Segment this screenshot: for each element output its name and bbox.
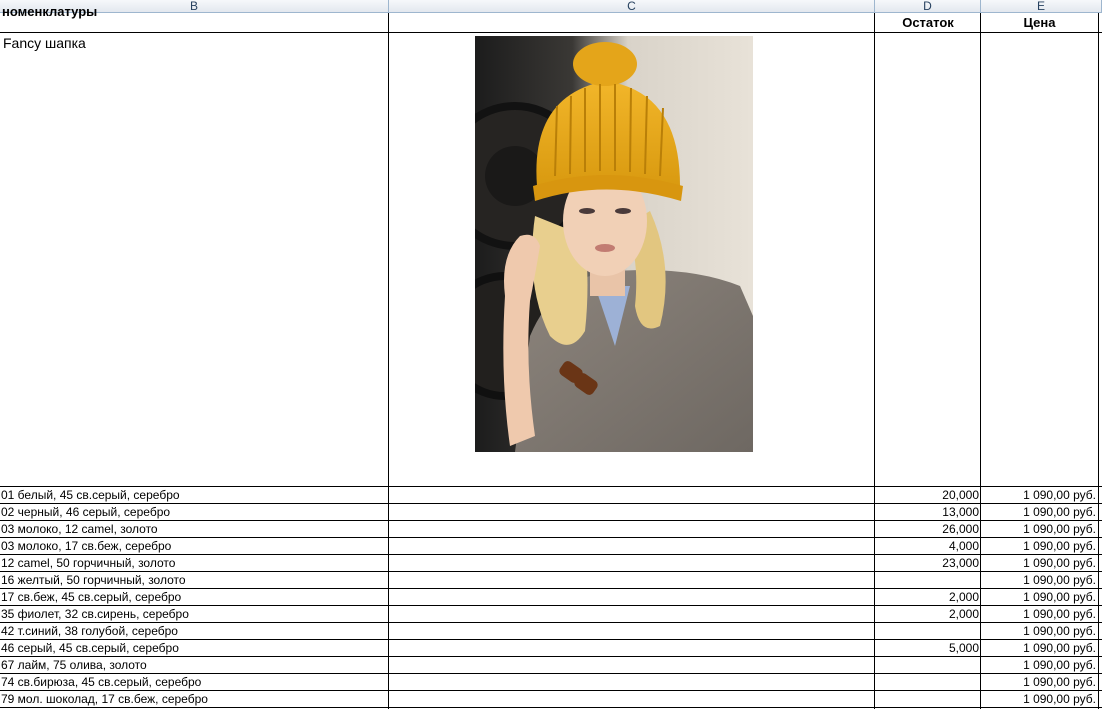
variant-price-cell[interactable]: 1 090,00 руб. [981,521,1096,537]
variant-price-cell[interactable]: 1 090,00 руб. [981,606,1096,622]
variant-price-cell[interactable]: 1 090,00 руб. [981,555,1096,571]
column-header-c[interactable]: C [389,0,875,13]
variant-name-cell[interactable]: 03 молоко, 12 camel, золото [1,521,387,537]
variant-stock-cell[interactable]: 26,000 [875,521,979,537]
variant-name-cell[interactable]: 46 серый, 45 св.серый, серебро [1,640,387,656]
variant-name-cell[interactable]: 42 т.синий, 38 голубой, серебро [1,623,387,639]
variant-name-cell[interactable]: 02 черный, 46 серый, серебро [1,504,387,520]
variant-price-cell[interactable]: 1 090,00 руб. [981,657,1096,673]
variant-price-cell[interactable]: 1 090,00 руб. [981,504,1096,520]
variant-name-cell[interactable]: 74 св.бирюза, 45 св.серый, серебро [1,674,387,690]
header-price-column[interactable]: Цена [981,15,1098,30]
variant-stock-cell[interactable]: 13,000 [875,504,979,520]
variant-name-cell[interactable]: 17 св.беж, 45 св.серый, серебро [1,589,387,605]
spreadsheet-sheet: B C D E номенклатуры Остаток Цена Fancy … [0,0,1102,709]
header-name-column[interactable]: номенклатуры [2,4,97,19]
variant-price-cell[interactable]: 1 090,00 руб. [981,674,1096,690]
column-header-d[interactable]: D [875,0,981,13]
variant-name-cell[interactable]: 03 молоко, 17 св.беж, серебро [1,538,387,554]
variant-stock-cell[interactable]: 4,000 [875,538,979,554]
variant-price-cell[interactable]: 1 090,00 руб. [981,487,1096,503]
header-stock-column[interactable]: Остаток [875,15,981,30]
variant-stock-cell[interactable]: 23,000 [875,555,979,571]
variant-name-cell[interactable]: 01 белый, 45 св.серый, серебро [1,487,387,503]
variant-name-cell[interactable]: 16 желтый, 50 горчичный, золото [1,572,387,588]
variant-price-cell[interactable]: 1 090,00 руб. [981,538,1096,554]
variant-stock-cell[interactable]: 5,000 [875,640,979,656]
product-title-cell[interactable]: Fancy шапка [3,35,86,51]
variant-price-cell[interactable]: 1 090,00 руб. [981,623,1096,639]
column-header-e[interactable]: E [981,0,1102,13]
variant-price-cell[interactable]: 1 090,00 руб. [981,589,1096,605]
variant-stock-cell[interactable]: 2,000 [875,589,979,605]
variant-stock-cell[interactable]: 20,000 [875,487,979,503]
variant-name-cell[interactable]: 79 мол. шоколад, 17 св.беж, серебро [1,691,387,707]
variant-price-cell[interactable]: 1 090,00 руб. [981,572,1096,588]
variant-stock-cell[interactable]: 2,000 [875,606,979,622]
variant-name-cell[interactable]: 35 фиолет, 32 св.сирень, серебро [1,606,387,622]
variant-name-cell[interactable]: 67 лайм, 75 олива, золото [1,657,387,673]
variant-price-cell[interactable]: 1 090,00 руб. [981,691,1096,707]
variant-price-cell[interactable]: 1 090,00 руб. [981,640,1096,656]
product-photo[interactable] [475,36,753,452]
variant-name-cell[interactable]: 12 camel, 50 горчичный, золото [1,555,387,571]
